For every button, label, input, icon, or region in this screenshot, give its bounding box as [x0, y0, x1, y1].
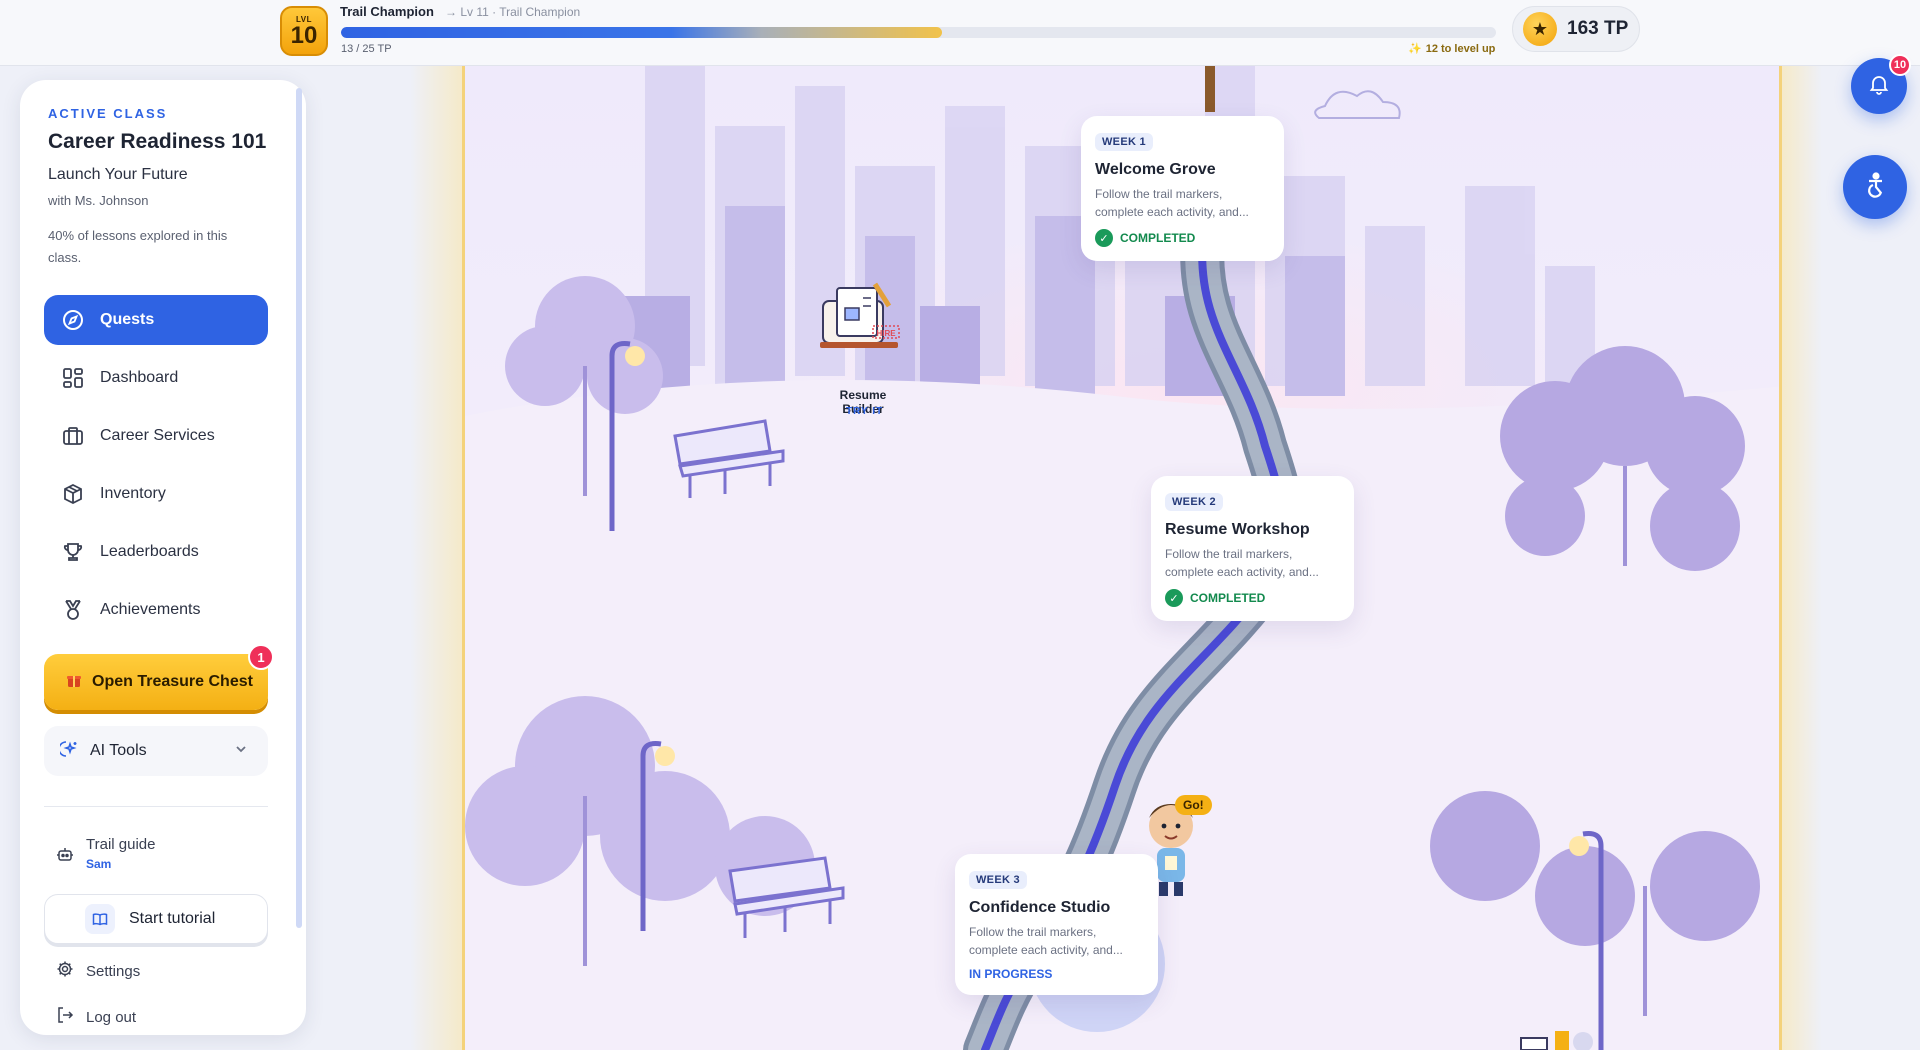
bell-icon [1868, 73, 1890, 100]
week-card-1[interactable]: WEEK 1 Welcome Grove Follow the trail ma… [1081, 116, 1284, 261]
week-description: Follow the trail markers, complete each … [1095, 187, 1249, 219]
settings-label: Settings [86, 962, 141, 980]
briefcase-icon [62, 425, 84, 447]
sidebar: ACTIVE CLASS Career Readiness 101 Launch… [20, 80, 306, 1035]
active-class-label: ACTIVE CLASS [48, 106, 168, 121]
week-description: Follow the trail markers, complete each … [969, 925, 1123, 957]
treasure-count-badge: 1 [248, 644, 274, 670]
star-icon: ★ [1523, 12, 1557, 46]
xp-progress-track [341, 27, 1496, 38]
sidebar-divider [44, 806, 268, 807]
start-tutorial-label: Start tutorial [129, 910, 216, 927]
settings-link[interactable]: Settings [56, 960, 140, 982]
sidebar-nav: Quests Dashboard Career Services Invento… [44, 295, 268, 643]
sidebar-item-dashboard[interactable]: Dashboard [44, 353, 268, 403]
start-tutorial-button[interactable]: Start tutorial [44, 894, 268, 944]
compass-icon [62, 309, 84, 331]
sidebar-item-label: Dashboard [100, 369, 179, 386]
week-card-2[interactable]: WEEK 2 Resume Workshop Follow the trail … [1151, 476, 1354, 621]
class-name: Career Readiness 101 [48, 130, 267, 153]
class-progress-text: 40% of lessons explored in this class. [48, 228, 228, 265]
week-status-text: IN PROGRESS [969, 967, 1053, 981]
check-circle-icon: ✓ [1095, 229, 1113, 247]
trail-points-pill[interactable]: ★ 163 TP [1512, 6, 1640, 52]
week-status-text: COMPLETED [1120, 231, 1196, 245]
week-tag: WEEK 3 [969, 871, 1027, 889]
trail-guide: Trail guide Sam [56, 836, 155, 871]
sidebar-item-career-services[interactable]: Career Services [44, 411, 268, 461]
accessibility-icon [1860, 170, 1890, 205]
sidebar-item-achievements[interactable]: Achievements [44, 585, 268, 635]
open-treasure-chest-button[interactable]: Open Treasure Chest 1 [44, 644, 274, 710]
resume-builder-try-it[interactable]: TRY IT [846, 406, 883, 417]
sidebar-item-label: Inventory [100, 485, 166, 502]
sidebar-item-inventory[interactable]: Inventory [44, 469, 268, 519]
week-tag: WEEK 2 [1165, 493, 1223, 511]
box-icon [62, 483, 84, 505]
chevron-down-icon [234, 742, 248, 761]
notification-count-badge: 10 [1889, 54, 1911, 76]
sidebar-item-label: Quests [100, 311, 155, 328]
week-description: Follow the trail markers, complete each … [1165, 547, 1319, 579]
class-teacher: with Ms. Johnson [48, 193, 149, 208]
level-number: 10 [290, 21, 318, 49]
ai-tools-dropdown[interactable]: AI Tools [44, 726, 268, 776]
sidebar-item-label: Career Services [100, 427, 215, 444]
xp-count: 13 / 25 TP [341, 43, 392, 55]
book-icon [85, 904, 115, 934]
hire-stamp: HIRE [876, 329, 896, 338]
week-status: ✓ COMPLETED [1095, 229, 1270, 247]
map-frame-glow-right [1782, 66, 1822, 1050]
xp-remaining: ✨ 12 to level up [1408, 42, 1496, 56]
notifications-button[interactable]: 10 [1851, 54, 1911, 114]
accessibility-button[interactable] [1843, 155, 1907, 219]
robot-icon [56, 836, 74, 871]
logout-link[interactable]: Log out [56, 1006, 136, 1028]
class-subtitle: Launch Your Future [48, 166, 188, 183]
week-title: Resume Workshop [1165, 521, 1310, 538]
map-frame-glow-left [410, 66, 462, 1050]
ai-sparkle-icon [58, 739, 80, 764]
logout-icon [56, 1006, 74, 1028]
week-status-text: COMPLETED [1190, 591, 1266, 605]
medal-icon [62, 599, 84, 621]
week-title: Welcome Grove [1095, 161, 1216, 178]
week-status: ✓ COMPLETED [1165, 589, 1340, 607]
sparkle-icon: ✨ [1408, 43, 1422, 55]
sidebar-item-leaderboards[interactable]: Leaderboards [44, 527, 268, 577]
next-rank: → Lv 11 · Trail Champion [445, 5, 581, 19]
week-status: IN PROGRESS [969, 967, 1144, 981]
sidebar-item-label: Leaderboards [100, 543, 199, 560]
xp-progress-fill [341, 27, 942, 38]
level-badge: LVL 10 [280, 6, 328, 56]
gear-icon [56, 960, 74, 982]
go-bubble: Go! [1175, 795, 1212, 815]
quest-map: HIRE WEEK 1 Welcome Grove Follow the tra… [462, 66, 1782, 1050]
xp-remaining-text: 12 to level up [1425, 42, 1496, 55]
top-progress-bar: LVL 10 Trail Champion → Lv 11 · Trail Ch… [0, 0, 1920, 66]
week-tag: WEEK 1 [1095, 133, 1153, 151]
trail-points-total: 163 TP [1567, 18, 1629, 39]
sidebar-item-quests[interactable]: Quests [44, 295, 268, 345]
week-title: Confidence Studio [969, 899, 1111, 916]
ai-tools-label: AI Tools [90, 742, 147, 759]
sidebar-scrollbar[interactable] [296, 88, 302, 928]
trophy-icon [62, 541, 84, 563]
treasure-label: Open Treasure Chest [92, 673, 253, 690]
trail-guide-label: Trail guide [86, 836, 156, 853]
gift-icon [66, 672, 82, 693]
rank-title: Trail Champion [340, 4, 434, 19]
dashboard-icon [62, 367, 84, 389]
trail-guide-name: Sam [86, 857, 112, 871]
sidebar-item-label: Achievements [100, 601, 201, 618]
logout-label: Log out [86, 1008, 137, 1026]
week-card-3[interactable]: WEEK 3 Confidence Studio Follow the trai… [955, 854, 1158, 995]
check-circle-icon: ✓ [1165, 589, 1183, 607]
